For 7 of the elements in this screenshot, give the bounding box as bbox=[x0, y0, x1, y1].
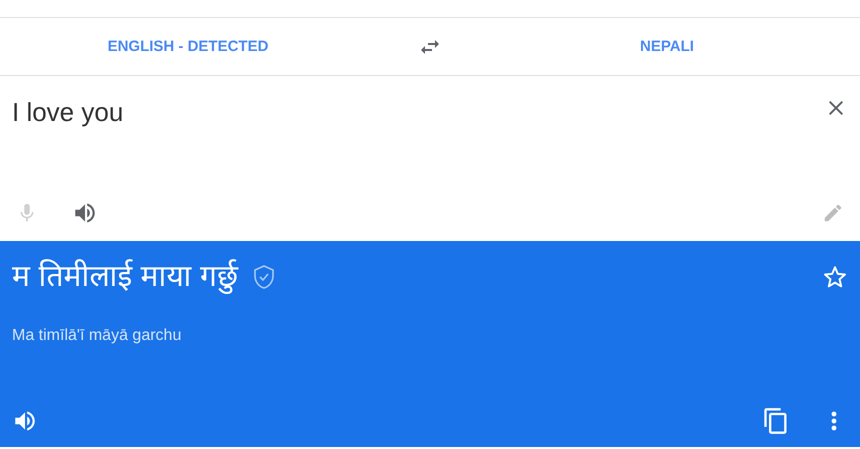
more-options-icon[interactable] bbox=[830, 409, 838, 433]
star-icon[interactable] bbox=[822, 264, 848, 290]
translation-text: म तिमीलाई माया गर्छु bbox=[12, 258, 238, 296]
input-field[interactable]: I love you bbox=[12, 96, 814, 128]
source-language-tab[interactable]: ENGLISH - DETECTED bbox=[100, 34, 276, 59]
target-language-tab[interactable]: NEPALI bbox=[632, 34, 702, 59]
transliteration-text: Ma timīlā'ī māyā garchu bbox=[12, 327, 182, 345]
